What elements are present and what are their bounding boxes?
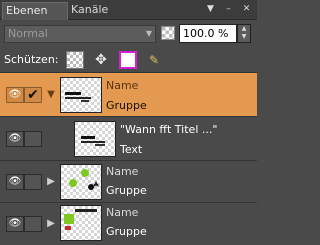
link-toggle[interactable] bbox=[24, 174, 42, 190]
protect-row: Schützen: ✥ ✎ bbox=[0, 48, 257, 72]
layer-thumbnail bbox=[74, 121, 116, 157]
opacity-checker-icon bbox=[161, 26, 175, 40]
layer-row[interactable]: 👁 ▶ Name Gruppe bbox=[0, 161, 257, 203]
minimize-icon[interactable]: – bbox=[222, 3, 235, 16]
expand-triangle-icon[interactable]: ▼ bbox=[46, 89, 56, 100]
blend-mode-value: Normal bbox=[8, 27, 48, 40]
expand-triangle-icon[interactable]: ▶ bbox=[46, 218, 56, 229]
layer-type: Gruppe bbox=[106, 99, 147, 112]
eye-icon: 👁 bbox=[8, 218, 22, 229]
layer-thumbnail bbox=[60, 205, 102, 241]
link-toggle[interactable]: ✔ bbox=[24, 87, 42, 103]
layer-thumbnail bbox=[60, 164, 102, 200]
panel-window-controls: ▼ – ✕ bbox=[204, 3, 253, 16]
layer-type: Gruppe bbox=[106, 225, 147, 238]
eye-icon: 👁 bbox=[8, 176, 22, 187]
protect-label: Schützen: bbox=[4, 53, 59, 66]
chevron-down-icon: ▼ bbox=[145, 29, 152, 38]
visibility-toggle[interactable]: 👁 bbox=[6, 131, 24, 147]
opacity-spinner[interactable]: ▲ ▼ bbox=[237, 24, 251, 43]
layer-name: Name bbox=[106, 79, 139, 92]
layer-row[interactable]: 👁 ✔ ▼ Name Gruppe bbox=[0, 73, 257, 117]
lock-artboard-icon[interactable] bbox=[119, 51, 137, 69]
layer-options-bar: Normal ▼ 100.0 % ▲ ▼ bbox=[0, 21, 257, 47]
layer-row[interactable]: 👁 ▶ Name Gruppe bbox=[0, 203, 257, 245]
visibility-toggle[interactable]: 👁 bbox=[6, 174, 24, 190]
layer-row[interactable]: 👁 "Wann fft Titel ..." Text bbox=[0, 117, 257, 161]
layer-thumbnail bbox=[60, 77, 102, 113]
panel-tab-bar: Ebenen Kanäle ▼ – ✕ bbox=[0, 0, 257, 20]
panel-menu-icon[interactable]: ▼ bbox=[204, 3, 217, 16]
layer-name: Name bbox=[106, 206, 139, 219]
visibility-toggle[interactable]: 👁 bbox=[6, 87, 24, 103]
expand-triangle-icon[interactable]: ▶ bbox=[46, 176, 56, 187]
lock-transparency-icon[interactable] bbox=[66, 51, 84, 69]
eye-icon: 👁 bbox=[8, 89, 22, 100]
lock-position-icon[interactable]: ✥ bbox=[92, 51, 110, 69]
checkmark-icon: ✔ bbox=[27, 87, 39, 103]
opacity-input[interactable]: 100.0 % bbox=[179, 24, 237, 43]
layer-type: Text bbox=[120, 143, 143, 156]
visibility-toggle[interactable]: 👁 bbox=[6, 216, 24, 232]
link-toggle[interactable] bbox=[24, 216, 42, 232]
link-toggle[interactable] bbox=[24, 131, 42, 147]
tab-kanaele[interactable]: Kanäle bbox=[68, 2, 108, 20]
blend-mode-select[interactable]: Normal ▼ bbox=[4, 25, 156, 43]
tab-ebenen[interactable]: Ebenen bbox=[2, 2, 68, 20]
lock-pixels-brush-icon[interactable]: ✎ bbox=[145, 51, 163, 69]
layer-name: Name bbox=[106, 165, 139, 178]
close-icon[interactable]: ✕ bbox=[240, 3, 253, 16]
layer-type: Gruppe bbox=[106, 184, 147, 197]
eye-icon: 👁 bbox=[8, 133, 22, 144]
layer-name: "Wann fft Titel ..." bbox=[120, 123, 218, 136]
